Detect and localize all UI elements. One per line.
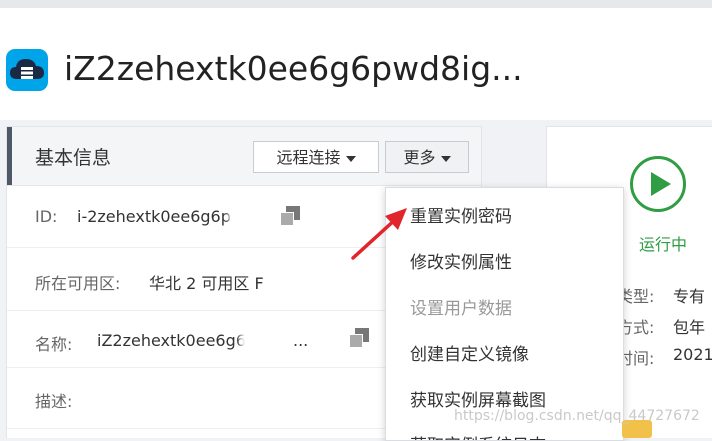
menu-item-system-log[interactable]: 获取实例系统日志	[410, 431, 546, 440]
top-bar	[0, 0, 712, 8]
time-value: 2021	[673, 345, 712, 364]
id-value: i-2zehextk0ee6g6p	[77, 207, 231, 226]
zone-label: 所在可用区:	[35, 274, 121, 293]
menu-item-create-image[interactable]: 创建自定义镜像	[410, 340, 529, 365]
watermark-text: https://blog.csdn.net/qq_44727672	[454, 408, 700, 424]
remote-connect-label: 远程连接	[276, 148, 341, 167]
description-label: 描述:	[35, 392, 73, 411]
more-button[interactable]: 更多	[385, 141, 469, 173]
redaction-blur	[245, 329, 295, 351]
name-ellipsis: ...	[293, 331, 309, 350]
basic-info-header: 基本信息 远程连接 更多	[7, 127, 481, 186]
more-dropdown-menu: 重置实例密码 修改实例属性 设置用户数据 创建自定义镜像 获取实例屏幕截图 获取…	[385, 187, 624, 441]
name-value: iZ2zehextk0ee6g6	[97, 331, 246, 350]
play-circle-icon	[630, 156, 686, 212]
menu-item-set-user-data: 设置用户数据	[410, 299, 512, 319]
menu-item-reset-password[interactable]: 重置实例密码	[410, 202, 512, 227]
instance-title: iZ2zehextk0ee6g6pwd8ig...	[64, 49, 523, 88]
name-label: 名称:	[35, 335, 73, 354]
cloud-server-icon	[6, 49, 48, 91]
copy-name-icon[interactable]	[349, 328, 369, 348]
id-label: ID:	[35, 207, 58, 226]
chevron-down-icon	[345, 155, 356, 162]
zone-value: 华北 2 可用区 F	[149, 274, 264, 293]
chevron-down-icon	[440, 155, 451, 162]
type-value: 专有	[673, 287, 706, 306]
menu-item-modify-attributes[interactable]: 修改实例属性	[410, 248, 512, 273]
remote-connect-button[interactable]: 远程连接	[253, 141, 379, 173]
instance-header: iZ2zehextk0ee6g6pwd8ig...	[0, 8, 712, 120]
panel-accent-bar	[7, 127, 12, 185]
more-label: 更多	[403, 148, 436, 167]
status-label: 运行中	[639, 235, 688, 254]
billing-value: 包年	[673, 318, 706, 337]
basic-info-title: 基本信息	[35, 147, 112, 169]
red-arrow-annotation	[351, 208, 407, 260]
redaction-blur	[233, 207, 275, 225]
copy-id-icon[interactable]	[280, 206, 300, 226]
